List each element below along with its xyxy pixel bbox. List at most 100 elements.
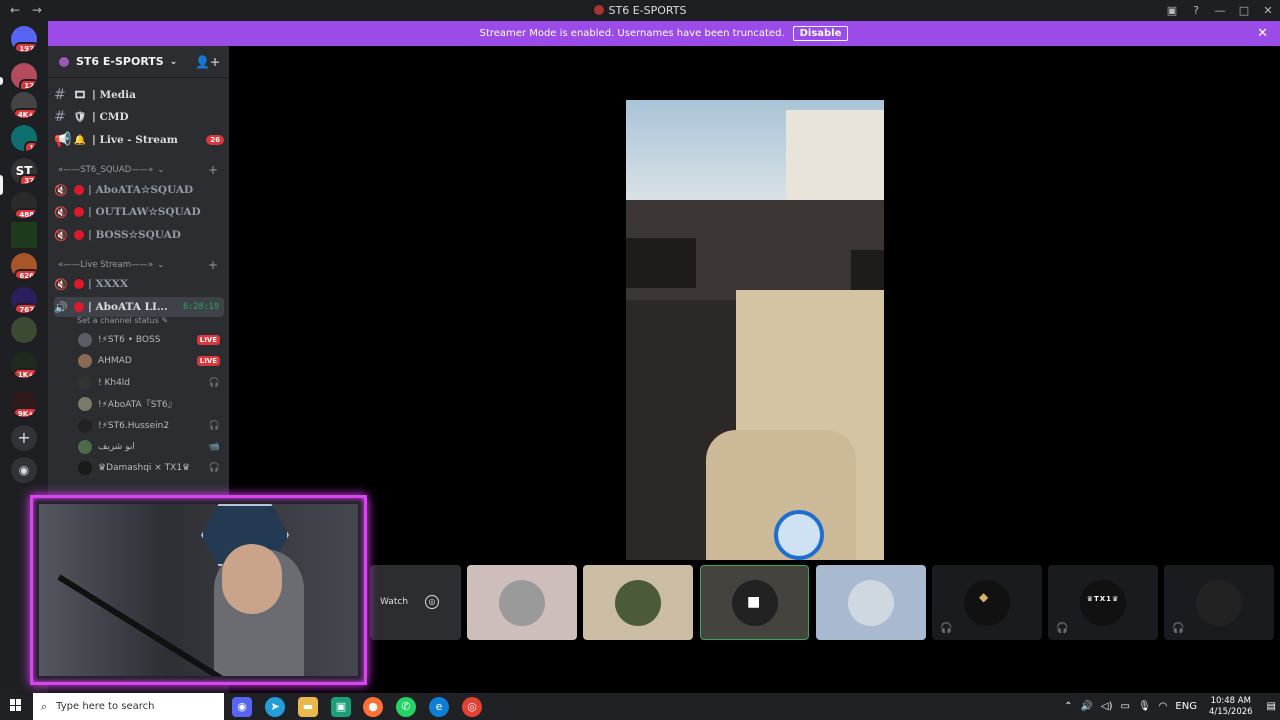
voice-speaker-icon: 🔇 [54, 228, 68, 242]
server-icon-7[interactable]: 626 [11, 253, 37, 279]
deafened-icon: 🎧 [1056, 623, 1069, 634]
channel-media[interactable]: # 🎞 | Media [54, 85, 224, 105]
banner-message: Streamer Mode is enabled. Usernames have… [479, 28, 785, 39]
server-icon-1[interactable]: 12 [11, 63, 37, 89]
help-icon[interactable]: ? [1184, 4, 1208, 17]
server-icon-8[interactable]: 767 [11, 287, 37, 313]
voice-channel-aboata-live[interactable]: 🔊 | AboATA LI... 6:28:19 [54, 297, 224, 317]
minimize-button[interactable]: — [1208, 4, 1232, 17]
avatar [78, 418, 92, 433]
live-badge: LIVE [196, 334, 220, 345]
voice-user[interactable]: ! Kh4ld 🎧 [78, 373, 220, 392]
server-icon-2[interactable]: 4K+ [11, 92, 37, 118]
channel-live-stream[interactable]: 📢 🔔 | Live - Stream 26 [54, 130, 224, 150]
participant-tile[interactable] [467, 565, 577, 640]
firefox-icon[interactable]: ● [363, 697, 383, 717]
taskbar-search[interactable]: ⌕ Type here to search [33, 693, 224, 720]
create-channel-icon[interactable]: + [208, 163, 218, 177]
video-building [786, 110, 884, 200]
deafened-headset-icon: 🎧 [208, 377, 220, 388]
stream-video[interactable] [626, 100, 884, 560]
server-icon-st6-esports[interactable] [11, 222, 37, 248]
speaker-icon[interactable]: 🔊 [1080, 701, 1092, 712]
deafened-headset-icon: 🎧 [208, 462, 220, 473]
video-vent [626, 238, 696, 288]
participant-tile[interactable] [583, 565, 693, 640]
search-icon: ⌕ [41, 699, 48, 713]
voice-speaker-icon: 🔊 [54, 300, 68, 314]
microphone-icon[interactable]: 🎙 [1138, 701, 1151, 712]
server-icon-st6[interactable]: ST 37 [11, 158, 37, 184]
media-emoji-icon: 🎞 [73, 89, 87, 101]
notifications-icon[interactable]: ▤ [1267, 701, 1276, 712]
window-title: ST6 E-SPORTS [0, 4, 1280, 17]
voice-channel-boss-squad[interactable]: 🔇 | BOSS☆SQUAD [54, 225, 224, 245]
network-icon[interactable]: ▭ [1121, 701, 1130, 712]
avatar [499, 579, 545, 626]
home-discord-icon[interactable]: 197 [11, 26, 37, 52]
channel-cmd[interactable]: # 🛡 | CMD [54, 107, 224, 127]
voice-channel-aboata-squad[interactable]: 🔇 | AboATA☆SQUAD [54, 180, 224, 200]
add-server-icon[interactable]: + [11, 425, 37, 451]
set-channel-status[interactable]: Set a channel status ✎ [77, 316, 168, 325]
window-controls: ▣ ? — □ ✕ [1160, 0, 1280, 21]
clock-time: 10:48 AM [1210, 695, 1251, 706]
disable-streamer-mode-button[interactable]: Disable [792, 26, 849, 41]
avatar [78, 353, 92, 368]
voice-user[interactable]: !⚡ST6 • BOSS LIVE [78, 330, 220, 349]
participant-tile[interactable] [816, 565, 926, 640]
server-folder-icon[interactable]: 1K+ [11, 352, 37, 378]
server-icon-9[interactable] [11, 317, 37, 343]
server-icon-3[interactable]: 1 [11, 125, 37, 151]
file-explorer-icon[interactable]: ▬ [298, 697, 318, 717]
edge-icon[interactable]: e [429, 697, 449, 717]
taskbar-clock[interactable]: 10:48 AM 4/15/2026 [1209, 696, 1253, 718]
server-icon-5[interactable]: 488 [11, 192, 37, 218]
chevron-down-icon: ⌄ [157, 260, 165, 270]
whatsapp-icon[interactable]: ✆ [396, 697, 416, 717]
discord-window: ← → ST6 E-SPORTS ▣ ? — □ ✕ 197 12 4K+ 1 … [0, 0, 1280, 720]
windows-taskbar: ⌕ Type here to search ◉ ➤ ▬ ▣ ● ✆ e ◎ ⌃ … [0, 693, 1280, 720]
inbox-icon[interactable]: ▣ [1160, 4, 1184, 17]
windows-start-icon[interactable] [10, 699, 22, 711]
voice-user[interactable]: !⚡AboATA『ST6』 [78, 394, 220, 413]
app-icon-green[interactable]: ▣ [331, 697, 351, 717]
voice-user[interactable]: AHMAD LIVE [78, 351, 220, 370]
voice-user[interactable]: !⚡ST6.Hussein2 🎧 [78, 416, 220, 435]
voice-user[interactable]: ♛Damashqi × TX1♛ 🎧 [78, 458, 220, 477]
deafened-headset-icon: 🎧 [208, 420, 220, 431]
voice-speaker-icon: 🔇 [54, 205, 68, 219]
system-tray: ⌃ 🔊 ◁) ▭ 🎙 ◠ ENG 10:48 AM 4/15/2026 ▤ [1060, 693, 1280, 720]
volume-icon[interactable]: ◁) [1101, 701, 1113, 712]
wifi-icon[interactable]: ◠ [1159, 701, 1168, 712]
red-circle-icon [74, 302, 84, 312]
participant-tile-active[interactable]: ■ [700, 565, 809, 640]
server-header[interactable]: ST6 E-SPORTS ⌄ 👤+ [48, 46, 229, 78]
avatar [848, 579, 894, 626]
voice-user[interactable]: ابو شريف 📹 [78, 437, 220, 456]
discord-app-icon[interactable]: ◉ [232, 697, 252, 717]
channel-sidebar: ST6 E-SPORTS ⌄ 👤+ # 🎞 | Media # 🛡 | CMD … [48, 46, 229, 496]
close-window-button[interactable]: ✕ [1256, 4, 1280, 17]
voice-channel-xxxx[interactable]: 🔇 | XXXX [54, 274, 224, 294]
maximize-button[interactable]: □ [1232, 4, 1256, 17]
chevron-up-icon[interactable]: ⌃ [1064, 701, 1072, 712]
discover-icon[interactable]: ◉ [11, 457, 37, 483]
webcam-feed [39, 504, 358, 676]
participant-tile[interactable]: ◆ 🎧 [932, 565, 1042, 640]
create-channel-icon[interactable]: + [208, 258, 218, 272]
language-indicator[interactable]: ENG [1175, 701, 1197, 712]
category-live-stream[interactable]: «——Live Stream——» ⌄ + [58, 258, 218, 272]
invite-people-icon[interactable]: 👤+ [195, 55, 220, 69]
close-icon[interactable]: ✕ [1257, 26, 1268, 41]
participant-tile[interactable]: ♛TX1♛ 🎧 [1048, 565, 1158, 640]
chrome-icon[interactable]: ◎ [462, 697, 482, 717]
telegram-icon[interactable]: ➤ [265, 697, 285, 717]
category-st6-squad[interactable]: «——ST6_SQUAD——» ⌄ + [58, 163, 218, 177]
participant-tile[interactable]: 🎧 [1164, 565, 1274, 640]
watch-stream-tile[interactable]: Watch ◎ [370, 565, 461, 640]
mention-count-badge: 26 [206, 135, 224, 145]
server-icon-11[interactable]: 9K+ [11, 391, 37, 417]
voice-speaker-icon: 🔇 [54, 277, 68, 291]
voice-channel-outlaw-squad[interactable]: 🔇 | OUTLAW☆SQUAD [54, 202, 224, 222]
